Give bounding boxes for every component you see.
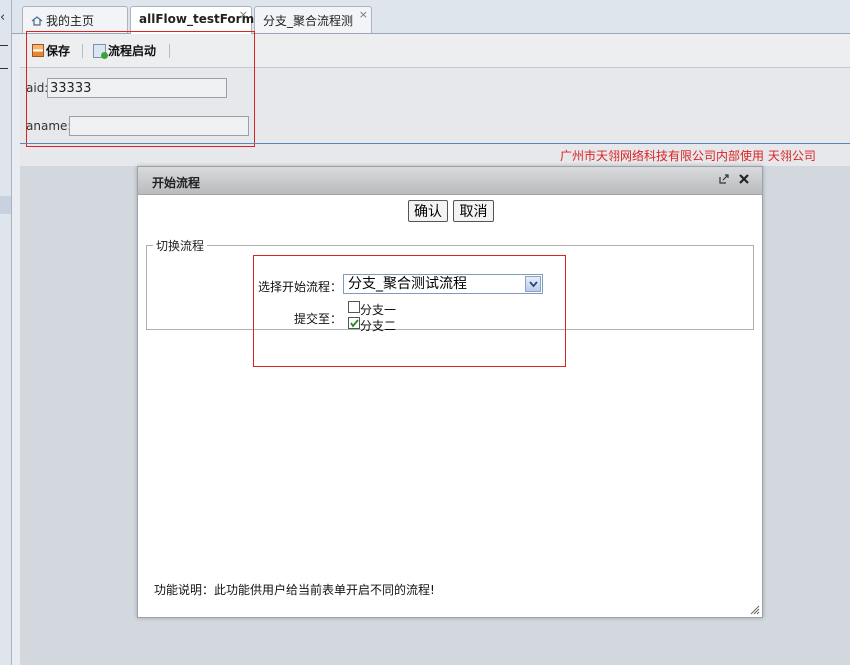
cancel-button[interactable]: 取消 [453, 200, 494, 222]
confirm-button[interactable]: 确认 [408, 200, 448, 222]
annotation-highlight-box [253, 255, 566, 367]
left-panel-strip: ‹ [0, 0, 12, 665]
resize-grip-icon[interactable] [749, 604, 760, 615]
minus-icon[interactable] [0, 68, 8, 69]
tab-branch-label: 分支_聚合流程测 [263, 14, 354, 28]
function-description: 功能说明：此功能供用户给当前表单开启不同的流程! [154, 583, 435, 597]
tab-home[interactable]: 我的主页 [22, 6, 128, 33]
home-icon [31, 16, 43, 26]
popout-icon[interactable] [719, 173, 729, 188]
tab-close-icon[interactable]: × [239, 8, 248, 21]
dialog-header[interactable]: 开始流程 [138, 167, 762, 195]
collapse-chevron-icon[interactable]: ‹ [0, 10, 5, 25]
annotation-highlight-box [26, 31, 255, 147]
tab-allflow-testform[interactable]: allFlow_testForm × [130, 6, 255, 34]
company-notice: 广州市天翎网络科技有限公司内部使用 天翎公司 [560, 149, 816, 163]
switch-flow-legend: 切换流程 [156, 239, 205, 253]
tab-close-icon[interactable]: × [359, 8, 368, 21]
dialog-title: 开始流程 [152, 176, 201, 190]
tab-allflow-label: allFlow_testForm [139, 12, 255, 26]
left-panel-selected-item[interactable] [0, 196, 11, 214]
tab-bar: 我的主页 allFlow_testForm × 分支_聚合流程测 × [12, 0, 850, 34]
start-flow-dialog: 开始流程 确认 取消 切换流程 选择开始流程： 分支_聚合测试流程 提交至： 分… [137, 166, 763, 618]
separator-line [20, 143, 850, 144]
tab-branch-merge[interactable]: 分支_聚合流程测 × [254, 6, 372, 33]
minus-icon[interactable] [0, 45, 8, 46]
close-icon[interactable] [739, 173, 749, 188]
tab-home-label: 我的主页 [46, 14, 95, 28]
